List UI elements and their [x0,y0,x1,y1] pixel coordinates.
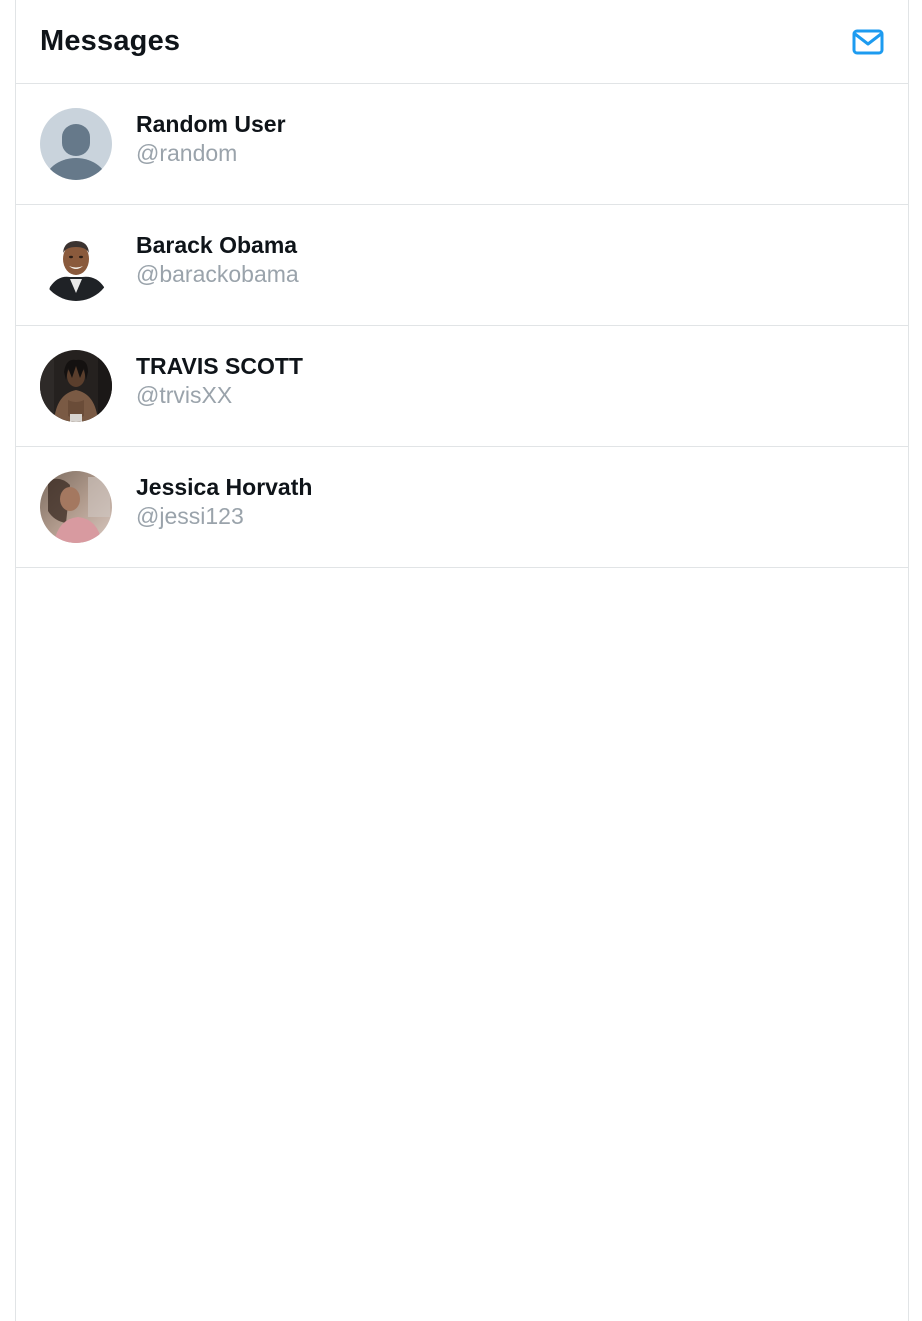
user-photo [40,471,112,543]
new-message-button[interactable] [851,25,885,59]
conversation-meta: Barack Obama @barackobama [136,231,299,289]
envelope-icon [852,29,884,54]
conversation-list: Random User @random Barack Obama @barack… [16,84,908,568]
user-handle: @jessi123 [136,503,244,529]
page-title: Messages [40,25,181,57]
user-name: Jessica Horvath [136,474,313,500]
conversation-meta: TRAVIS SCOTT @trvisXX [136,352,303,410]
conversation-meta: Random User @random [136,110,286,168]
avatar[interactable] [40,350,112,422]
user-photo [40,350,112,422]
conversation-item[interactable]: Random User @random [16,84,908,205]
messages-header: Messages [16,0,908,84]
user-handle: @trvisXX [136,382,233,408]
default-avatar-icon [40,108,112,180]
conversation-item[interactable]: Barack Obama @barackobama [16,205,908,326]
user-handle: @random [136,140,238,166]
user-handle: @barackobama [136,261,299,287]
user-name: Random User [136,111,286,137]
avatar[interactable] [40,229,112,301]
conversation-meta: Jessica Horvath @jessi123 [136,473,312,531]
user-photo [40,229,112,301]
avatar[interactable] [40,108,112,180]
avatar[interactable] [40,471,112,543]
conversation-item[interactable]: TRAVIS SCOTT @trvisXX [16,326,908,447]
user-name: Barack Obama [136,232,298,258]
messages-panel: Messages Random User @random Barack Obam… [15,0,909,1321]
conversation-item[interactable]: Jessica Horvath @jessi123 [16,447,908,568]
user-name: TRAVIS SCOTT [136,353,303,379]
